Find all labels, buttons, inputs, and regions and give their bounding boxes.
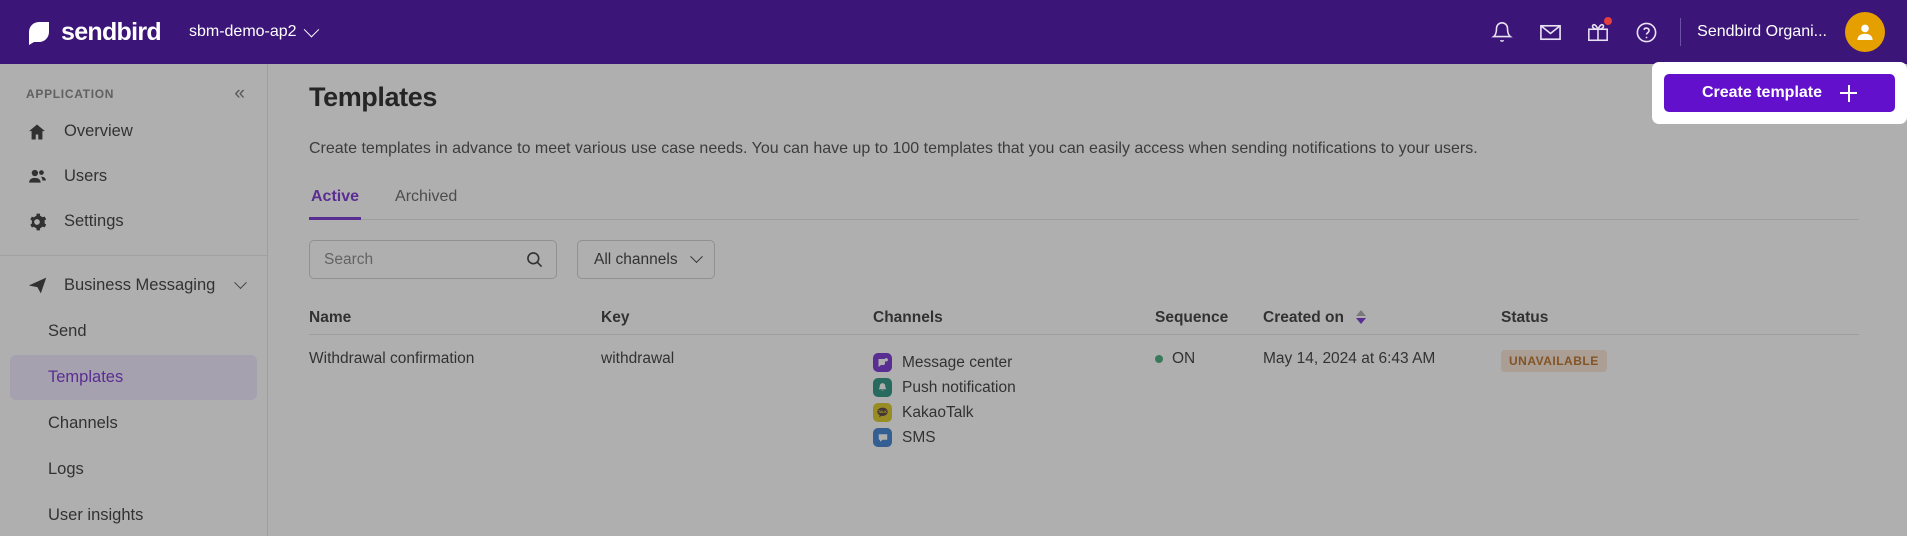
sidebar-item-label: Users: [64, 167, 108, 185]
table-header-row: Name Key Channels Sequence Created on St…: [309, 301, 1859, 335]
search-input[interactable]: [324, 250, 525, 269]
avatar[interactable]: [1845, 12, 1885, 52]
sidebar-item-settings[interactable]: Settings: [0, 199, 267, 244]
channel-label: SMS: [902, 428, 936, 446]
sendbird-dashboard: sendbird sbm-demo-ap2 Sendbird Organi...…: [0, 0, 1907, 536]
column-header-sequence: Sequence: [1155, 308, 1229, 326]
tab-active[interactable]: Active: [309, 188, 362, 220]
app-switcher-label: sbm-demo-ap2: [188, 23, 297, 40]
create-template-button[interactable]: Create template: [1664, 74, 1895, 112]
chevron-down-icon: [234, 275, 247, 289]
search-box[interactable]: [309, 240, 557, 279]
gift-icon[interactable]: [1574, 8, 1622, 56]
status-dot-icon: [1155, 354, 1163, 363]
sort-ascending-icon: [1356, 310, 1367, 317]
column-header-created-on-label: Created on: [1263, 308, 1344, 326]
collapse-sidebar-icon[interactable]: «: [234, 84, 245, 103]
channel-kakaotalk: TALK KakaoTalk: [873, 400, 1155, 425]
sidebar-item-label: Overview: [64, 122, 133, 140]
sidebar-item-user-insights[interactable]: User insights: [10, 493, 257, 536]
filter-bar: All channels: [309, 240, 1859, 279]
sidebar-item-templates[interactable]: Templates: [10, 355, 257, 400]
sidebar-group-business-messaging[interactable]: Business Messaging: [0, 262, 267, 308]
sidebar-subitem-label: Channels: [48, 414, 118, 432]
sidebar-section-label: APPLICATION: [26, 86, 115, 101]
create-template-label: Create template: [1701, 84, 1823, 101]
sidebar-item-label: Settings: [64, 212, 124, 230]
sidebar: APPLICATION « Overview Users Settings Bu…: [0, 64, 268, 536]
column-header-status: Status: [1501, 308, 1549, 326]
sidebar-header: APPLICATION «: [0, 76, 267, 109]
tab-archived[interactable]: Archived: [393, 188, 459, 219]
chevron-down-icon: [303, 21, 319, 37]
chevron-down-icon: [689, 250, 703, 264]
top-navigation-bar: sendbird sbm-demo-ap2 Sendbird Organi...: [0, 0, 1907, 64]
cell-key: withdrawal: [601, 350, 675, 367]
help-icon[interactable]: [1622, 8, 1670, 56]
sendbird-logo-icon: [26, 19, 52, 45]
plus-icon: [1840, 84, 1858, 102]
channel-label: KakaoTalk: [902, 403, 974, 421]
divider: [1680, 18, 1682, 46]
users-icon: [26, 166, 48, 188]
cell-status: UNAVAILABLE: [1501, 350, 1671, 372]
sidebar-item-users[interactable]: Users: [0, 154, 267, 199]
column-header-channels: Channels: [873, 308, 943, 326]
channel-filter-dropdown[interactable]: All channels: [577, 240, 715, 279]
tab-bar: Active Archived: [309, 188, 1859, 220]
gear-icon: [26, 211, 48, 233]
channel-sms: SMS: [873, 425, 1155, 450]
main-content: Templates Create templates in advance to…: [269, 64, 1907, 536]
sidebar-divider: [0, 255, 267, 256]
column-header-key: Key: [601, 308, 630, 326]
channel-filter-label: All channels: [594, 250, 678, 268]
column-header-created-on[interactable]: Created on: [1263, 309, 1501, 327]
kakaotalk-icon: TALK: [873, 403, 892, 422]
push-notification-icon: [873, 378, 892, 397]
cell-channels: Message center Push notification TALK Ka…: [873, 350, 1155, 450]
tab-label: Active: [311, 188, 360, 205]
sort-icon[interactable]: [1356, 310, 1367, 325]
app-switcher[interactable]: sbm-demo-ap2: [188, 21, 319, 41]
page-description: Create templates in advance to meet vari…: [309, 140, 1478, 157]
mail-icon[interactable]: [1526, 8, 1574, 56]
svg-text:TALK: TALK: [878, 410, 887, 414]
send-icon: [26, 274, 48, 296]
cell-created-on: May 14, 2024 at 6:43 AM: [1263, 350, 1436, 367]
sidebar-subitem-label: Send: [48, 322, 87, 340]
spotlight-highlight: Create template: [1652, 62, 1907, 124]
brand-logo[interactable]: sendbird: [26, 17, 162, 47]
sidebar-subitem-label: Logs: [48, 460, 84, 478]
sidebar-subitem-label: User insights: [48, 506, 144, 524]
home-icon: [26, 121, 48, 143]
sms-icon: [873, 428, 892, 447]
sidebar-subitem-label: Templates: [48, 368, 124, 386]
channel-message-center: Message center: [873, 350, 1155, 375]
brand-name: sendbird: [61, 17, 162, 46]
page-title: Templates: [309, 82, 437, 112]
channel-label: Push notification: [902, 378, 1016, 396]
organization-name[interactable]: Sendbird Organi...: [1697, 23, 1827, 41]
templates-table: Name Key Channels Sequence Created on St…: [309, 301, 1859, 450]
sidebar-group-label: Business Messaging: [64, 275, 216, 294]
cell-name: Withdrawal confirmation: [309, 350, 475, 367]
tab-label: Archived: [395, 188, 458, 205]
column-header-name: Name: [309, 308, 352, 326]
table-row[interactable]: Withdrawal confirmation withdrawal Messa…: [309, 335, 1859, 450]
status-badge: UNAVAILABLE: [1501, 350, 1607, 372]
sidebar-item-channels[interactable]: Channels: [10, 401, 257, 446]
cell-sequence: ON: [1155, 350, 1263, 368]
channel-push-notification: Push notification: [873, 375, 1155, 400]
sequence-value: ON: [1172, 350, 1196, 367]
notification-badge: [1604, 17, 1613, 25]
search-icon[interactable]: [525, 250, 544, 269]
sidebar-item-overview[interactable]: Overview: [0, 109, 267, 154]
channel-label: Message center: [902, 353, 1013, 371]
top-navigation-actions: Sendbird Organi...: [1478, 8, 1907, 56]
sort-descending-icon: [1356, 318, 1367, 325]
sidebar-item-logs[interactable]: Logs: [10, 447, 257, 492]
message-center-icon: [873, 353, 892, 372]
bell-icon[interactable]: [1478, 8, 1526, 56]
sidebar-item-send[interactable]: Send: [10, 309, 257, 354]
